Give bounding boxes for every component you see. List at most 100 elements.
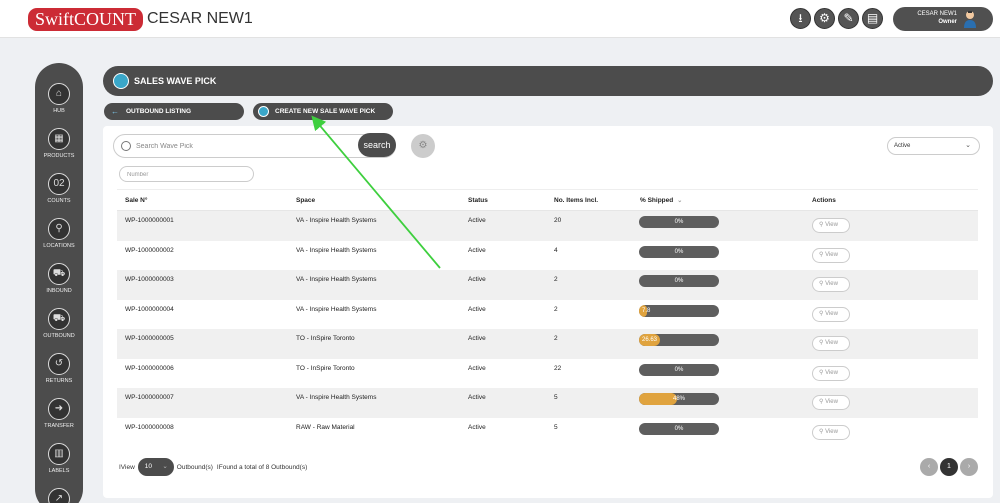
download-icon[interactable]: ⭳ bbox=[790, 8, 811, 29]
view-button[interactable]: ⚲ View bbox=[812, 218, 850, 233]
view-button[interactable]: ⚲ View bbox=[812, 336, 850, 351]
view-label: View bbox=[825, 251, 838, 258]
space: TO - InSpire Toronto bbox=[296, 364, 355, 372]
view-button[interactable]: ⚲ View bbox=[812, 395, 850, 410]
settings-icon[interactable]: ⚙ bbox=[814, 8, 835, 29]
view-label: View bbox=[825, 340, 838, 346]
sidebar-item-products[interactable]: ▦ PRODUCTS bbox=[35, 128, 83, 159]
view-button[interactable]: ⚲ View bbox=[812, 306, 850, 322]
items-count: 20 bbox=[554, 217, 562, 224]
table-row[interactable]: WP-1000000007 VA - Inspire Health Systems… bbox=[117, 388, 978, 418]
table-row[interactable]: WP-1000000006 TO - InSpire Toronto Active 2… bbox=[117, 359, 978, 389]
search-input[interactable] bbox=[136, 139, 362, 154]
sidebar-item-label: OUTBOUND bbox=[43, 333, 75, 339]
filter-settings-icon[interactable]: ⚙ bbox=[411, 134, 435, 158]
shipped-progress-bar: 7.8 bbox=[639, 304, 719, 317]
content-card: search ⚙ Active ⌄ Sale N° Space Status N… bbox=[103, 126, 993, 498]
shipped-percent: 0% bbox=[674, 366, 684, 373]
view-button[interactable]: ⚲ View bbox=[812, 365, 850, 381]
alerts-icon[interactable]: ✎ bbox=[838, 8, 859, 29]
outbound-listing-button[interactable]: ← OUTBOUND LISTING bbox=[104, 103, 244, 120]
search-box bbox=[113, 134, 396, 158]
page-button-current[interactable]: 1 bbox=[940, 458, 958, 476]
sidebar-item-hub[interactable]: ⌂ HUB bbox=[35, 83, 83, 114]
items-count: 4 bbox=[554, 246, 558, 254]
view-label: View bbox=[825, 222, 838, 228]
sidebar-item-transfer[interactable]: ➜ TRANSFER bbox=[35, 398, 83, 429]
sale-number: WP-1000000002 bbox=[125, 246, 174, 254]
sidebar-item-outbound[interactable]: ⛟ OUTBOUND bbox=[35, 308, 83, 339]
sidebar-item-reports[interactable]: ↗ bbox=[35, 488, 83, 503]
sale-number: WP-1000000007 bbox=[125, 394, 174, 401]
sale-number: WP-1000000004 bbox=[125, 305, 174, 313]
sale-number: WP-1000000005 bbox=[125, 335, 174, 342]
app-title: CESAR NEW1 bbox=[147, 10, 253, 27]
items-count: 22 bbox=[554, 364, 562, 372]
create-wave-pick-label: CREATE NEW SALE WAVE PICK bbox=[275, 108, 376, 115]
reports-icon: ↗ bbox=[48, 488, 70, 503]
table-row[interactable]: WP-1000000004 VA - Inspire Health Systems… bbox=[117, 300, 978, 330]
sidebar-item-label: HUB bbox=[53, 108, 65, 114]
status: Active bbox=[468, 305, 486, 313]
sale-number: WP-1000000008 bbox=[125, 423, 174, 431]
column-header[interactable]: No. Items Incl. bbox=[554, 197, 598, 204]
shipped-percent: 0% bbox=[674, 219, 684, 225]
table-row[interactable]: WP-1000000005 TO - InSpire Toronto Active 2… bbox=[117, 329, 978, 359]
sidebar-item-locations[interactable]: ⚲ LOCATIONS bbox=[35, 218, 83, 249]
space: VA - Inspire Health Systems bbox=[296, 246, 377, 254]
page-size-value: 10 bbox=[144, 463, 153, 470]
column-header-shipped[interactable]: % Shipped ⌄ bbox=[640, 197, 682, 204]
documents-icon[interactable]: ▤ bbox=[862, 8, 883, 29]
items-count: 2 bbox=[554, 335, 558, 342]
view-button[interactable]: ⚲ View bbox=[812, 424, 850, 440]
page-title: SALES WAVE PICK bbox=[134, 76, 217, 86]
sidebar-item-counts[interactable]: 02 COUNTS bbox=[35, 173, 83, 204]
number-input[interactable] bbox=[127, 169, 247, 180]
table-row[interactable]: WP-1000000001 VA - Inspire Health Systems… bbox=[117, 211, 978, 241]
shipped-progress-bar: 0% bbox=[639, 422, 719, 435]
page-size-select[interactable]: 10 ⌄ bbox=[137, 458, 174, 476]
total-count-text: IFound a total of 8 Outbound(s) bbox=[216, 463, 308, 471]
column-header[interactable]: Status bbox=[468, 197, 488, 204]
sort-chevron-icon: ⌄ bbox=[677, 198, 683, 204]
view-button[interactable]: ⚲ View bbox=[812, 247, 850, 263]
shipped-progress-bar: 26.63 bbox=[639, 334, 719, 346]
products-icon: ▦ bbox=[48, 128, 70, 150]
sidebar-item-labels[interactable]: ▥ LABELS bbox=[35, 443, 83, 474]
table-row[interactable]: WP-1000000002 VA - Inspire Health Systems… bbox=[117, 241, 978, 271]
search-button[interactable]: search bbox=[358, 133, 396, 157]
view-button[interactable]: ⚲ View bbox=[812, 277, 850, 292]
create-wave-pick-button[interactable]: CREATE NEW SALE WAVE PICK bbox=[253, 103, 393, 120]
table-row[interactable]: WP-1000000008 RAW - Raw Material Active 5 0%… bbox=[117, 418, 978, 448]
user-menu[interactable]: CESAR NEW1 Owner bbox=[893, 7, 993, 31]
sidebar-item-inbound[interactable]: ⛟ INBOUND bbox=[35, 263, 83, 294]
user-role: Owner bbox=[938, 19, 957, 25]
status-select[interactable]: Active ⌄ bbox=[887, 137, 980, 155]
table-footer: IView 10 ⌄ Outbound(s) IFound a total of … bbox=[119, 458, 307, 476]
status: Active bbox=[468, 364, 486, 372]
items-count: 5 bbox=[554, 394, 558, 401]
space: RAW - Raw Material bbox=[296, 423, 355, 431]
back-arrow-icon: ← bbox=[111, 107, 119, 116]
space: VA - Inspire Health Systems bbox=[296, 217, 377, 224]
column-header[interactable]: Sale N° bbox=[125, 197, 147, 204]
next-page-button[interactable]: › bbox=[960, 458, 978, 476]
sidebar-item-label: TRANSFER bbox=[44, 423, 74, 429]
shipped-percent: 0% bbox=[674, 248, 684, 255]
table-header: Sale N° Space Status No. Items Incl. % S… bbox=[117, 189, 978, 211]
inbound-icon: ⛟ bbox=[48, 263, 70, 285]
table-body: WP-1000000001 VA - Inspire Health Systems… bbox=[117, 211, 978, 447]
view-label: View bbox=[825, 310, 838, 317]
prev-page-button[interactable]: ‹ bbox=[920, 458, 938, 476]
returns-icon: ↺ bbox=[48, 353, 70, 375]
status: Active bbox=[468, 423, 486, 431]
app-logo[interactable]: SwiftCOUNT bbox=[28, 8, 144, 31]
sidebar-item-returns[interactable]: ↺ RETURNS bbox=[35, 353, 83, 384]
column-header[interactable]: Space bbox=[296, 197, 315, 204]
view-label: View bbox=[825, 399, 838, 405]
table-row[interactable]: WP-1000000003 VA - Inspire Health Systems… bbox=[117, 270, 978, 300]
page-header: SALES WAVE PICK bbox=[103, 66, 993, 96]
hub-icon: ⌂ bbox=[48, 83, 70, 105]
shipped-percent: 0% bbox=[674, 425, 684, 432]
pagination: ‹ 1 › bbox=[920, 458, 978, 476]
